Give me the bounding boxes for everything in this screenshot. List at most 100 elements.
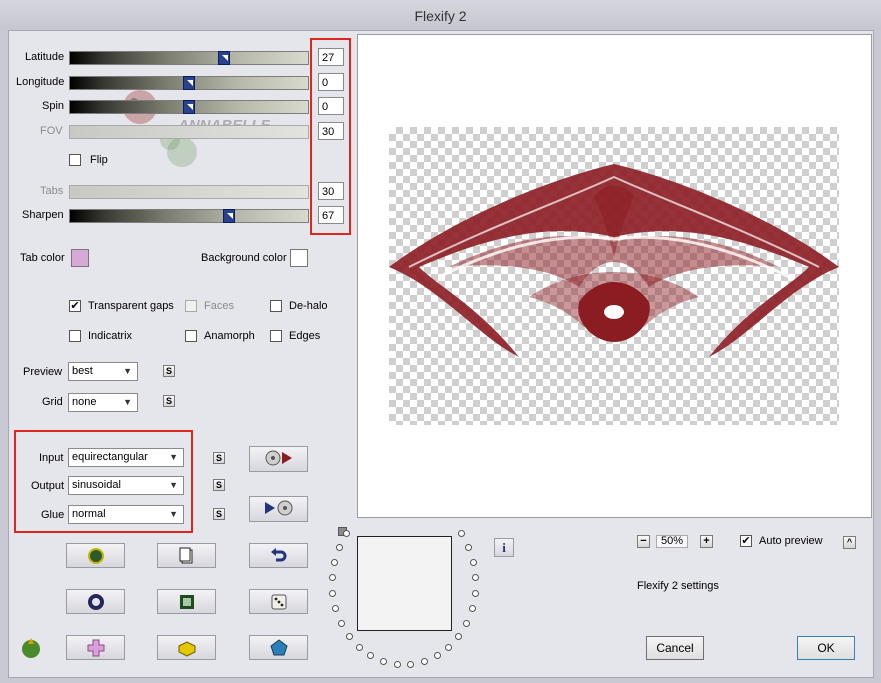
de-halo-checkbox[interactable] (270, 300, 282, 312)
auto-preview-checkbox[interactable]: ✔ (740, 535, 752, 547)
undo-icon (270, 548, 286, 562)
title-bar: Flexify 2 (0, 0, 881, 30)
copy-button[interactable] (157, 543, 216, 568)
dial-dot[interactable] (470, 558, 478, 566)
zoom-in-button[interactable]: + (700, 535, 713, 548)
dial-dot[interactable] (329, 589, 337, 597)
spin-slider-thumb[interactable] (183, 100, 195, 114)
transparent-gaps-label: Transparent gaps (88, 300, 174, 312)
latitude-slider-thumb[interactable] (218, 51, 230, 65)
collapse-button[interactable]: ^ (843, 536, 856, 549)
latitude-slider[interactable] (69, 51, 309, 65)
zoom-level: 50% (656, 535, 688, 548)
input-select[interactable]: equirectangular ▼ (68, 448, 184, 467)
tabs-slider[interactable] (69, 185, 309, 199)
tabs-input[interactable]: 30 (318, 182, 344, 200)
open-globe-button[interactable] (66, 543, 125, 568)
dial-dot[interactable] (328, 574, 336, 582)
glue-s-button[interactable]: S (213, 508, 225, 520)
dial-dot[interactable] (455, 632, 463, 640)
grid-select[interactable]: none ▼ (68, 393, 138, 412)
chevron-down-icon: ▼ (169, 480, 178, 490)
dial-dot[interactable] (345, 632, 353, 640)
dial-dot[interactable] (330, 558, 338, 566)
play-disc-icon (264, 500, 292, 516)
flaming-pear-logo-icon (22, 638, 40, 658)
dial-dot[interactable] (471, 589, 479, 597)
cube-button[interactable] (157, 635, 216, 660)
latitude-input[interactable]: 27 (318, 48, 344, 66)
window-title: Flexify 2 (414, 8, 467, 24)
thumbnail-preview (357, 536, 452, 631)
spin-slider[interactable] (69, 100, 309, 114)
polyhedron-button[interactable] (249, 635, 308, 660)
zoom-out-button[interactable]: − (637, 535, 650, 548)
faces-checkbox[interactable] (185, 300, 197, 312)
dial-dot[interactable] (335, 543, 343, 551)
tabs-label: Tabs (40, 185, 64, 197)
flexify-output-image (389, 164, 839, 357)
cancel-button[interactable]: Cancel (646, 636, 704, 660)
sharpen-slider[interactable] (69, 209, 309, 223)
output-label: Output (31, 480, 65, 492)
preview-select-value: best (72, 365, 93, 377)
longitude-slider[interactable] (69, 76, 309, 90)
dial-dot[interactable] (337, 619, 345, 627)
dial-dot[interactable] (355, 643, 363, 651)
indicatrix-checkbox[interactable] (69, 330, 81, 342)
anamorph-checkbox[interactable] (185, 330, 197, 342)
longitude-slider-thumb[interactable] (183, 76, 195, 90)
cube-icon (178, 641, 195, 657)
output-select-value: sinusoidal (72, 479, 121, 491)
dice-icon (271, 594, 286, 610)
dial-dot[interactable] (433, 652, 441, 660)
random-button[interactable] (249, 589, 308, 614)
input-play-button[interactable] (249, 446, 308, 472)
dial-dot[interactable] (393, 661, 401, 669)
globe-icon (87, 548, 104, 564)
indicatrix-label: Indicatrix (88, 330, 133, 342)
sharpen-label: Sharpen (22, 209, 64, 221)
copy-icon (179, 547, 192, 564)
auto-preview-label: Auto preview (759, 535, 823, 547)
settings-name: Flexify 2 settings (637, 580, 719, 592)
square-button[interactable] (157, 589, 216, 614)
input-s-button[interactable]: S (213, 452, 225, 464)
grid-s-button[interactable]: S (163, 395, 175, 407)
chevron-down-icon: ▼ (169, 452, 178, 462)
output-play-button[interactable] (249, 496, 308, 522)
spin-input[interactable]: 0 (318, 97, 344, 115)
ring-button[interactable] (66, 589, 125, 614)
fov-slider[interactable] (69, 125, 309, 139)
flip-checkbox[interactable] (69, 154, 81, 166)
square-frame-icon (179, 595, 194, 609)
glue-select-value: normal (72, 508, 106, 520)
longitude-input[interactable]: 0 (318, 73, 344, 91)
fov-input[interactable]: 30 (318, 122, 344, 140)
dial-dot[interactable] (463, 619, 471, 627)
background-color-swatch[interactable] (290, 249, 308, 267)
ok-button[interactable]: OK (797, 636, 855, 660)
undo-button[interactable] (249, 543, 308, 568)
output-select[interactable]: sinusoidal ▼ (68, 476, 184, 495)
dial-dot[interactable] (445, 643, 453, 651)
chevron-down-icon: ▼ (123, 397, 132, 407)
cross-button[interactable] (66, 635, 125, 660)
tab-color-swatch[interactable] (71, 249, 89, 267)
info-button[interactable]: i (494, 538, 514, 557)
faces-label: Faces (204, 300, 234, 312)
latitude-label: Latitude (25, 51, 65, 63)
glue-label: Glue (41, 509, 65, 521)
edges-checkbox[interactable] (270, 330, 282, 342)
flip-label: Flip (90, 154, 108, 166)
cross-icon (87, 639, 104, 657)
output-s-button[interactable]: S (213, 479, 225, 491)
sharpen-input[interactable]: 67 (318, 206, 344, 224)
transparent-gaps-checkbox[interactable]: ✔ (69, 300, 81, 312)
ring-icon (87, 594, 104, 610)
background-color-label: Background color (201, 252, 287, 264)
preview-s-button[interactable]: S (163, 365, 175, 377)
preview-select[interactable]: best ▼ (68, 362, 138, 381)
sharpen-slider-thumb[interactable] (223, 209, 235, 223)
glue-select[interactable]: normal ▼ (68, 505, 184, 524)
